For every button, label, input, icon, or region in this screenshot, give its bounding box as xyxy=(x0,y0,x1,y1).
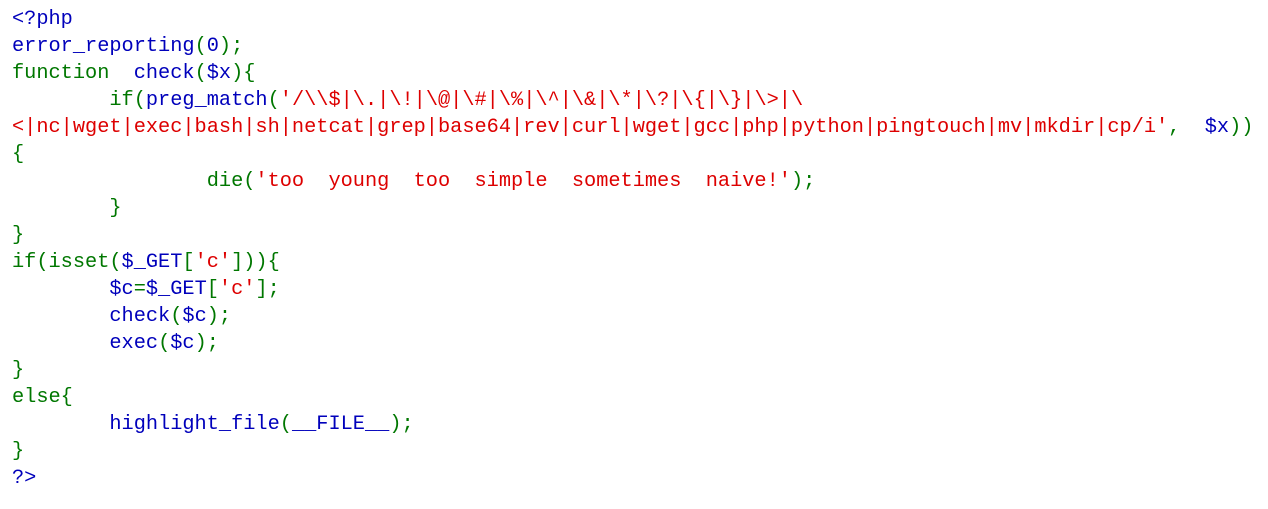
code-token: ( xyxy=(194,35,207,58)
code-token: $x xyxy=(206,62,232,85)
code-token: [ xyxy=(182,251,195,274)
code-line: $c=$_GET['c']; xyxy=(12,276,1268,303)
code-token: ?> xyxy=(12,467,37,490)
code-token: , xyxy=(1168,116,1205,139)
code-token: $_GET xyxy=(145,278,207,301)
code-line: if(isset($_GET['c'])){ xyxy=(12,249,1268,276)
code-token: ); xyxy=(206,305,232,328)
code-token: preg_match xyxy=(145,89,268,112)
code-line: highlight_file(__FILE__); xyxy=(12,411,1268,438)
code-token: $c xyxy=(182,305,207,328)
code-token: ); xyxy=(790,170,816,193)
code-token: ( xyxy=(279,413,292,436)
code-token: if(isset( xyxy=(12,251,122,274)
code-token: check xyxy=(109,62,195,85)
code-token: $x xyxy=(1204,116,1230,139)
code-line: if(preg_match('/\\$|\.|\!|\@|\#|\%|\^|\&… xyxy=(12,87,1268,114)
code-token: 'too young too simple sometimes naive!' xyxy=(255,170,791,193)
code-token: __FILE__ xyxy=(291,413,390,436)
code-token: if( xyxy=(12,89,146,112)
code-token: function xyxy=(12,62,110,85)
code-token: ); xyxy=(389,413,414,436)
code-line: } xyxy=(12,438,1268,465)
code-line: else{ xyxy=(12,384,1268,411)
code-line: exec($c); xyxy=(12,330,1268,357)
code-token: error_reporting xyxy=(12,35,195,58)
code-token: die( xyxy=(12,170,256,193)
code-line: function check($x){ xyxy=(12,60,1268,87)
code-token: else{ xyxy=(12,386,73,409)
code-token: <?php xyxy=(12,8,73,31)
code-line: <?php xyxy=(12,6,1268,33)
code-line: <|nc|wget|exec|bash|sh|netcat|grep|base6… xyxy=(12,114,1268,141)
code-token: ])){ xyxy=(231,251,280,274)
code-token: check xyxy=(12,305,171,328)
code-line: } xyxy=(12,357,1268,384)
code-token: <|nc|wget|exec|bash|sh|netcat|grep|base6… xyxy=(12,116,1169,139)
code-line: ?> xyxy=(12,465,1268,492)
php-source-code: <?php error_reporting(0); function check($… xyxy=(0,0,1268,492)
code-token: exec xyxy=(12,332,159,355)
code-token: ( xyxy=(170,305,183,328)
code-token: highlight_file xyxy=(12,413,280,436)
code-token: $_GET xyxy=(121,251,183,274)
code-token: ( xyxy=(158,332,171,355)
code-token: } xyxy=(12,359,25,382)
code-token: )) xyxy=(1229,116,1254,139)
code-token: [ xyxy=(206,278,219,301)
code-token: ); xyxy=(218,35,244,58)
code-token: } xyxy=(12,440,25,463)
code-token: $c xyxy=(12,278,134,301)
code-line: error_reporting(0); xyxy=(12,33,1268,60)
code-token: 'c' xyxy=(194,251,232,274)
code-token: 'c' xyxy=(218,278,256,301)
code-token: ); xyxy=(194,332,219,355)
code-line: } xyxy=(12,195,1268,222)
code-token: ( xyxy=(194,62,207,85)
code-line: } xyxy=(12,222,1268,249)
code-token: '/\\$|\.|\!|\@|\#|\%|\^|\&|\*|\?|\{|\}|\… xyxy=(279,89,804,112)
code-token: = xyxy=(133,278,146,301)
code-token: } xyxy=(12,197,122,220)
code-line: { xyxy=(12,141,1268,168)
code-line: die('too young too simple sometimes naiv… xyxy=(12,168,1268,195)
code-token: ){ xyxy=(231,62,256,85)
code-token: ]; xyxy=(255,278,280,301)
code-token: } xyxy=(12,224,25,247)
code-token: 0 xyxy=(206,35,219,58)
code-token: { xyxy=(12,143,25,166)
code-token: ( xyxy=(267,89,280,112)
code-token: $c xyxy=(170,332,195,355)
code-line: check($c); xyxy=(12,303,1268,330)
